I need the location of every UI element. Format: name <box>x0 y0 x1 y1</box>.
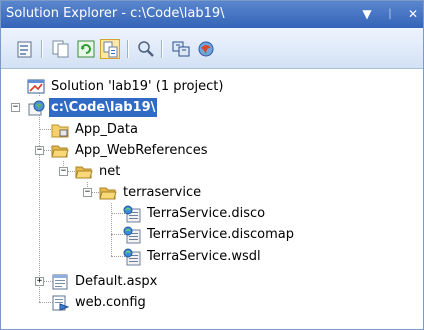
refresh-icon[interactable] <box>76 39 96 59</box>
tree-item-label: net <box>99 164 121 179</box>
copy-website-icon[interactable] <box>171 39 191 59</box>
tree-item-default-aspx[interactable]: Default.aspx <box>51 271 159 292</box>
collapse-toggle[interactable]: − <box>59 167 68 176</box>
collapse-toggle[interactable]: − <box>11 103 20 112</box>
tree-item-label: TerraService.wsdl <box>147 249 261 264</box>
view-code-icon[interactable] <box>136 39 156 59</box>
tree-item-label: Solution 'lab19' (1 project) <box>51 79 224 94</box>
folder-open-icon <box>75 163 93 181</box>
tree-line <box>39 109 40 302</box>
website-project-icon <box>27 99 45 117</box>
tree-item-label: App_Data <box>75 122 138 137</box>
window-title: Solution Explorer - c:\Code\lab19\ <box>6 6 225 21</box>
folder-icon <box>51 121 69 139</box>
collapse-toggle[interactable]: − <box>83 188 92 197</box>
tree-item-label: terraservice <box>123 185 202 200</box>
tree-item-label: Default.aspx <box>75 274 158 289</box>
tree-item-terraservice[interactable]: terraservice <box>99 182 203 203</box>
tree-item-label: TerraService.disco <box>147 206 266 221</box>
tree-item-project[interactable]: c:\Code\lab19\ <box>27 97 158 118</box>
properties-icon[interactable] <box>15 39 35 59</box>
show-all-files-icon[interactable] <box>51 39 71 59</box>
solution-tree: − − − − + Solution 'lab19' (1 project) c… <box>1 69 423 329</box>
tree-item-label: App_WebReferences <box>75 143 208 158</box>
tree-item-label: TerraService.discomap <box>147 227 294 242</box>
folder-open-icon <box>99 184 117 202</box>
toolbar <box>1 28 423 69</box>
aspx-file-icon <box>51 273 69 291</box>
web-service-file-icon <box>123 248 141 266</box>
tree-item-terraservice-discomap[interactable]: TerraService.discomap <box>123 224 296 245</box>
tree-item-net[interactable]: net <box>75 161 122 182</box>
tree-line <box>111 203 112 256</box>
tree-item-terraservice-wsdl[interactable]: TerraService.wsdl <box>123 246 263 267</box>
tree-item-label: c:\Code\lab19\ <box>49 98 158 117</box>
expand-toggle[interactable]: + <box>35 277 44 286</box>
config-file-icon <box>51 294 69 312</box>
nest-related-files-icon[interactable] <box>100 39 120 59</box>
tree-item-app-data[interactable]: App_Data <box>51 119 140 140</box>
dropdown-arrow-icon[interactable]: ▼ <box>359 5 375 23</box>
solution-explorer-window: Solution Explorer - c:\Code\lab19\ ▼ ᛁ ✕ <box>0 0 424 330</box>
tree-item-solution[interactable]: Solution 'lab19' (1 project) <box>27 76 225 97</box>
folder-open-icon <box>51 142 69 160</box>
tree-item-label: web.config <box>75 295 146 310</box>
tree-item-web-config[interactable]: web.config <box>51 292 148 313</box>
web-service-file-icon <box>123 226 141 244</box>
tree-item-app-webreferences[interactable]: App_WebReferences <box>51 140 209 161</box>
pin-icon[interactable]: ᛁ <box>382 5 398 23</box>
title-bar[interactable]: Solution Explorer - c:\Code\lab19\ ▼ ᛁ ✕ <box>1 1 423 28</box>
close-icon[interactable]: ✕ <box>405 5 421 23</box>
collapse-toggle[interactable]: − <box>35 146 44 155</box>
toolbar-separator <box>41 40 43 58</box>
asp-net-configuration-icon[interactable] <box>196 39 216 59</box>
solution-icon <box>27 78 45 96</box>
tree-item-terraservice-disco[interactable]: TerraService.disco <box>123 203 267 224</box>
web-service-file-icon <box>123 205 141 223</box>
toolbar-separator <box>161 40 163 58</box>
toolbar-separator <box>127 40 129 58</box>
